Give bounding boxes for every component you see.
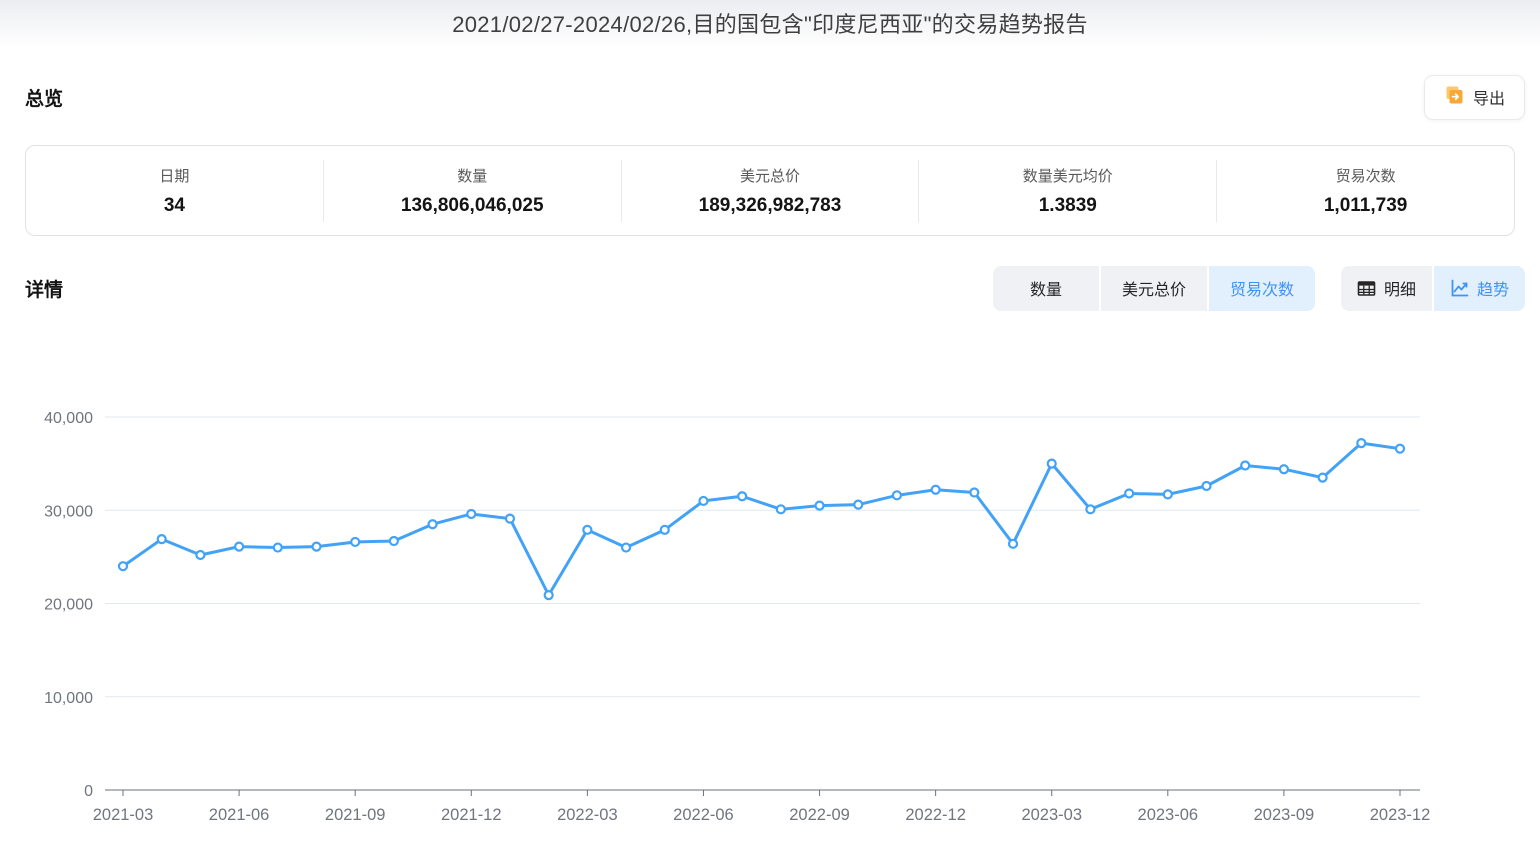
data-point bbox=[312, 543, 320, 551]
data-point bbox=[777, 505, 785, 513]
export-icon bbox=[1444, 85, 1464, 110]
data-point bbox=[622, 544, 630, 552]
data-point bbox=[429, 520, 437, 528]
detail-heading: 详情 bbox=[25, 275, 63, 302]
y-axis-label: 40,000 bbox=[44, 410, 93, 427]
tab-quantity[interactable]: 数量 bbox=[993, 266, 1099, 311]
trend-chart[interactable]: 0 10,000 20,000 30,000 40,000 2021-03 2021-06 2… bbox=[0, 384, 1540, 846]
table-icon bbox=[1357, 279, 1376, 298]
data-point bbox=[274, 544, 282, 552]
export-button-label: 导出 bbox=[1473, 85, 1505, 109]
x-axis-label: 2022-03 bbox=[557, 806, 618, 824]
trend-line-icon bbox=[1450, 279, 1469, 298]
data-point bbox=[1086, 505, 1094, 513]
tab-usd-total[interactable]: 美元总价 bbox=[1101, 266, 1207, 311]
x-axis-label: 2023-06 bbox=[1138, 806, 1199, 824]
view-tab-group: 明细 趋势 bbox=[1341, 266, 1525, 311]
y-axis-label: 0 bbox=[84, 783, 93, 800]
data-point bbox=[1241, 461, 1249, 469]
y-axis-label: 30,000 bbox=[44, 503, 93, 520]
tab-label: 数量 bbox=[1030, 276, 1062, 300]
x-axis-label: 2021-12 bbox=[441, 806, 502, 824]
trend-chart-svg[interactable]: 0 10,000 20,000 30,000 40,000 2021-03 2021-06 2… bbox=[0, 384, 1540, 846]
data-point bbox=[119, 562, 127, 570]
x-axis-label: 2022-12 bbox=[905, 806, 966, 824]
stat-value: 1,011,739 bbox=[1217, 195, 1514, 217]
data-point bbox=[970, 489, 978, 497]
stat-usd-total: 美元总价 189,326,982,783 bbox=[622, 165, 919, 217]
data-point bbox=[235, 543, 243, 551]
data-point bbox=[1280, 465, 1288, 473]
trade-trend-report-page: 2021/02/27-2024/02/26,目的国包含"印度尼西亚"的交易趋势报… bbox=[0, 0, 1540, 846]
trend-series-line bbox=[123, 443, 1400, 595]
stat-value: 1.3839 bbox=[919, 195, 1216, 217]
tab-trade-count[interactable]: 贸易次数 bbox=[1209, 266, 1315, 311]
overview-heading: 总览 bbox=[25, 84, 63, 111]
x-axis-label: 2021-03 bbox=[93, 806, 154, 824]
stat-avg-usd-price: 数量美元均价 1.3839 bbox=[919, 165, 1216, 217]
data-point bbox=[893, 491, 901, 499]
stat-value: 189,326,982,783 bbox=[622, 195, 919, 217]
export-button[interactable]: 导出 bbox=[1424, 75, 1525, 120]
y-axis-label: 10,000 bbox=[44, 690, 93, 707]
stat-label: 日期 bbox=[26, 165, 323, 186]
data-point bbox=[1319, 474, 1327, 482]
stat-label: 数量 bbox=[324, 165, 621, 186]
data-point bbox=[1125, 489, 1133, 497]
data-point bbox=[1164, 490, 1172, 498]
y-axis-label: 20,000 bbox=[44, 597, 93, 614]
detail-tab-groups: 数量 美元总价 贸易次数 bbox=[993, 266, 1525, 311]
data-point bbox=[506, 515, 514, 523]
x-axis-label: 2023-03 bbox=[1021, 806, 1082, 824]
tab-label: 趋势 bbox=[1477, 276, 1509, 300]
data-point bbox=[932, 486, 940, 494]
x-axis-label: 2023-09 bbox=[1254, 806, 1315, 824]
data-point bbox=[1203, 482, 1211, 490]
tab-label: 明细 bbox=[1384, 276, 1416, 300]
x-axis-label: 2022-06 bbox=[673, 806, 734, 824]
data-point bbox=[1396, 445, 1404, 453]
data-point bbox=[583, 526, 591, 534]
stat-label: 美元总价 bbox=[622, 165, 919, 186]
data-point bbox=[1357, 439, 1365, 447]
x-axis-label: 2021-06 bbox=[209, 806, 270, 824]
stat-value: 136,806,046,025 bbox=[324, 195, 621, 217]
data-point bbox=[661, 526, 669, 534]
tab-label: 贸易次数 bbox=[1230, 276, 1294, 300]
data-point bbox=[699, 497, 707, 505]
stat-label: 贸易次数 bbox=[1217, 165, 1514, 186]
data-point bbox=[467, 510, 475, 518]
data-point bbox=[1048, 460, 1056, 468]
data-point bbox=[196, 551, 204, 559]
detail-header-row: 详情 数量 美元总价 贸易次数 bbox=[25, 264, 1525, 312]
data-point bbox=[816, 502, 824, 510]
data-point bbox=[854, 501, 862, 509]
tab-label: 美元总价 bbox=[1122, 276, 1186, 300]
tab-trend[interactable]: 趋势 bbox=[1434, 266, 1525, 311]
overview-header-row: 总览 导出 bbox=[25, 73, 1525, 121]
overview-stats-card: 日期 34 数量 136,806,046,025 美元总价 189,326,98… bbox=[25, 145, 1515, 236]
page-title: 2021/02/27-2024/02/26,目的国包含"印度尼西亚"的交易趋势报… bbox=[0, 7, 1540, 39]
stat-trade-count: 贸易次数 1,011,739 bbox=[1217, 165, 1514, 217]
data-point bbox=[351, 538, 359, 546]
data-point bbox=[545, 591, 553, 599]
stat-date: 日期 34 bbox=[26, 165, 323, 217]
data-point bbox=[1009, 540, 1017, 548]
stat-label: 数量美元均价 bbox=[919, 165, 1216, 186]
stat-quantity: 数量 136,806,046,025 bbox=[324, 165, 621, 217]
data-point bbox=[738, 492, 746, 500]
tab-detail-list[interactable]: 明细 bbox=[1341, 266, 1432, 311]
x-axis-label: 2022-09 bbox=[789, 806, 850, 824]
data-point bbox=[390, 537, 398, 545]
x-axis-label: 2023-12 bbox=[1370, 806, 1431, 824]
data-point bbox=[158, 535, 166, 543]
metric-tab-group: 数量 美元总价 贸易次数 bbox=[993, 266, 1315, 311]
stat-value: 34 bbox=[26, 195, 323, 217]
x-axis-label: 2021-09 bbox=[325, 806, 386, 824]
